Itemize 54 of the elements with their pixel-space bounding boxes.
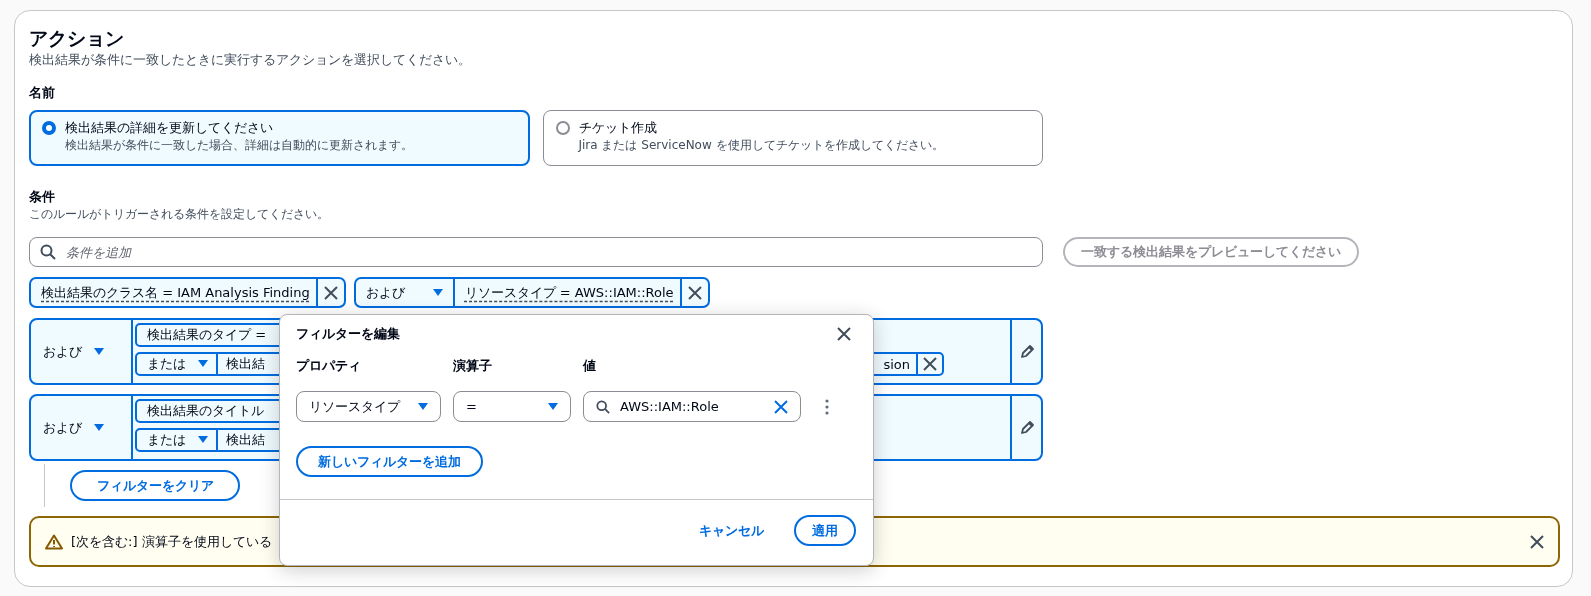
caret-icon	[548, 402, 558, 411]
operator-dropdown[interactable]: および	[31, 396, 133, 459]
pencil-icon	[1018, 343, 1035, 360]
close-button[interactable]	[837, 327, 851, 341]
more-icon[interactable]	[825, 398, 829, 415]
value-input[interactable]: AWS::IAM::Role	[618, 398, 766, 415]
action-title: 検出結果の詳細を更新してください	[65, 119, 274, 137]
caret-icon	[198, 360, 208, 368]
property-select[interactable]: リソースタイプ	[296, 391, 441, 422]
caret-icon	[94, 347, 104, 356]
field-description: このルールがトリガーされる条件を設定してください。	[29, 206, 330, 223]
operator-dropdown[interactable]: および	[355, 279, 455, 306]
field-label: 名前	[29, 84, 56, 102]
radio-button[interactable]	[555, 121, 570, 135]
radio-button[interactable]	[42, 121, 56, 135]
caret-icon	[418, 402, 428, 411]
warning-text: [次を含む:] 演算子を使用している	[71, 532, 272, 551]
close-icon	[923, 357, 937, 371]
search-input[interactable]: 条件を追加	[64, 243, 1032, 261]
field-label: 条件	[29, 188, 56, 206]
operator-dropdown[interactable]: および	[31, 320, 133, 383]
operator-select[interactable]: =	[453, 391, 571, 422]
action-title: チケット作成	[578, 119, 658, 137]
token-label[interactable]: 検出結果のクラス名 = IAM Analysis Finding	[31, 279, 316, 306]
action-description: 検出結果が条件に一致した場合、詳細は自動的に更新されます。	[65, 137, 413, 153]
caret-icon	[432, 288, 443, 297]
search-field[interactable]: 条件を追加	[29, 237, 1043, 267]
column-header: 値	[583, 357, 597, 375]
caret-icon	[94, 423, 104, 432]
value-field[interactable]: AWS::IAM::Role	[583, 391, 801, 422]
token-label[interactable]: リソースタイプ = AWS::IAM::Role	[454, 279, 680, 306]
clear-filters-button[interactable]: フィルターをクリア	[70, 470, 240, 501]
apply-button[interactable]: 適用	[794, 515, 856, 546]
section-title: アクション	[29, 26, 125, 51]
close-icon	[323, 285, 338, 300]
action-tile[interactable]: チケット作成 Jira または ServiceNow を使用してチケットを作成してください。	[542, 110, 1043, 166]
close-button[interactable]	[1530, 534, 1544, 549]
section-description: 検出結果が条件に一致したときに実行するアクションを選択してください。	[29, 51, 472, 69]
search-icon	[596, 399, 610, 414]
caret-icon	[198, 436, 208, 444]
warning-icon	[45, 533, 63, 550]
action-tile[interactable]: 検出結果の詳細を更新してください 検出結果が条件に一致した場合、詳細は自動的に更新されます。	[29, 110, 530, 166]
operator-dropdown[interactable]: または	[135, 428, 218, 452]
operator-dropdown[interactable]: または	[135, 352, 218, 376]
close-icon	[837, 327, 851, 341]
column-header: 演算子	[453, 357, 493, 375]
cancel-button[interactable]: キャンセル	[699, 521, 764, 540]
search-icon	[40, 244, 56, 260]
pencil-icon	[1018, 419, 1035, 436]
close-icon	[687, 285, 702, 300]
clear-icon[interactable]	[774, 399, 788, 414]
action-description: Jira または ServiceNow を使用してチケットを作成してください。	[578, 137, 944, 153]
add-filter-button[interactable]: 新しいフィルターを追加	[296, 446, 483, 477]
close-icon	[1530, 534, 1544, 549]
